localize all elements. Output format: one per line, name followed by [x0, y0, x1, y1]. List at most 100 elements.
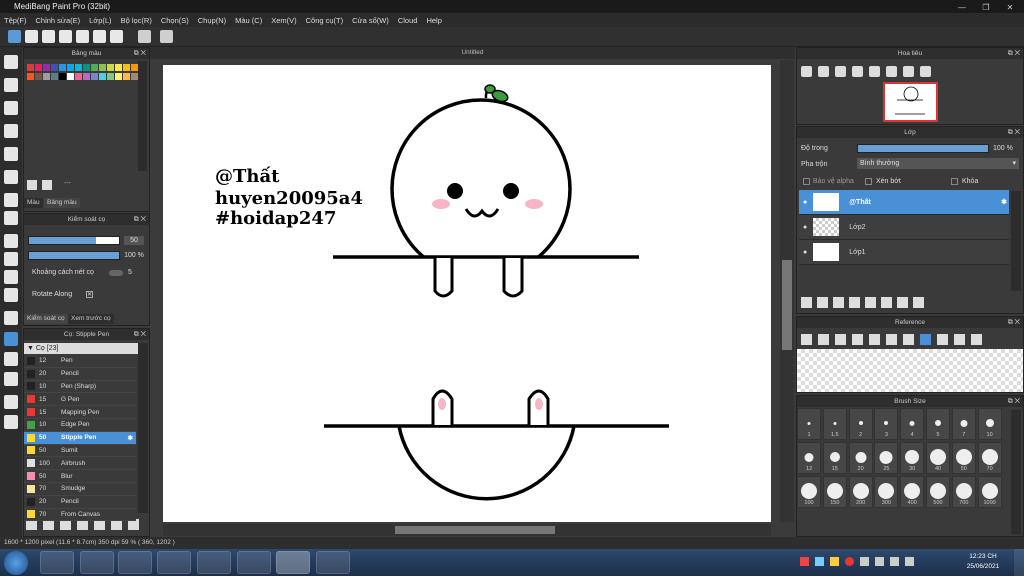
flip-icon[interactable]	[903, 66, 914, 77]
brush-row[interactable]: 50 Sumit	[24, 444, 136, 458]
hand-tool-icon[interactable]	[4, 415, 18, 429]
document-tab[interactable]: Untitled	[150, 47, 795, 59]
eyedropper-icon[interactable]	[903, 334, 914, 345]
reset-icon[interactable]	[920, 66, 931, 77]
show-desktop-button[interactable]	[1014, 549, 1024, 576]
minimize-icon[interactable]: —	[956, 1, 968, 12]
color-swatch[interactable]	[91, 73, 98, 80]
lasso-tool-icon[interactable]	[4, 252, 18, 266]
brush-group[interactable]: ▼ Cọ [23]	[24, 343, 138, 354]
select-pen-tool-icon[interactable]	[4, 288, 18, 302]
brush-size-preset[interactable]: 500	[926, 476, 950, 508]
operation-tool-icon[interactable]	[4, 352, 18, 366]
brush-size-preset[interactable]: 30	[900, 442, 925, 474]
brush-size-preset[interactable]: 10	[977, 408, 1002, 440]
paint-app-icon[interactable]	[80, 551, 114, 574]
color-swatch[interactable]	[67, 64, 74, 71]
layer-folder-icon[interactable]	[865, 297, 876, 308]
brush-size-scrollbar[interactable]	[1011, 410, 1021, 534]
close-icon[interactable]: ✕	[1004, 1, 1016, 12]
select-eraser-tool-icon[interactable]	[4, 311, 18, 325]
alpha-checkbox[interactable]	[803, 178, 810, 185]
brush-row[interactable]: 70 Smudge	[24, 483, 136, 496]
opacity-slider[interactable]	[28, 251, 120, 260]
brush-row[interactable]: 15 Mapping Pen	[24, 406, 136, 419]
color-swatch[interactable]	[99, 64, 106, 71]
color-swatch[interactable]	[115, 73, 122, 80]
brush-size-preset[interactable]: 200	[848, 476, 873, 508]
brush-list-scrollbar[interactable]	[138, 343, 148, 513]
tray-app-icon[interactable]	[800, 557, 809, 566]
horizontal-scrollbar[interactable]	[163, 524, 771, 536]
tray-app-icon[interactable]	[830, 557, 839, 566]
rotate-left-icon[interactable]	[937, 334, 948, 345]
brush-size-preset[interactable]: 4	[900, 408, 925, 440]
rectangle-tool-icon[interactable]	[4, 101, 18, 115]
menu-window[interactable]: Cửa sổ(W)	[352, 16, 389, 25]
dropper-tool-icon[interactable]	[4, 372, 18, 386]
eraser-tool-icon[interactable]	[4, 78, 18, 92]
tab-brush-control[interactable]: Kiểm soát cọ	[24, 314, 68, 324]
delete-layer-icon[interactable]	[913, 297, 924, 308]
lock-checkbox[interactable]	[951, 178, 958, 185]
explorer-icon[interactable]	[197, 551, 231, 574]
brush-size-preset[interactable]: 100	[797, 476, 821, 508]
fill-tool-icon[interactable]	[4, 193, 18, 207]
clip-checkbox[interactable]	[865, 178, 872, 185]
color-swatch[interactable]	[59, 64, 66, 71]
menu-capture[interactable]: Chụp(N)	[198, 16, 226, 25]
tab-brush-preview[interactable]: Xem trước cọ	[68, 314, 114, 324]
palette-scrollbar[interactable]	[138, 61, 147, 171]
text-tool-icon[interactable]	[4, 332, 18, 346]
new-halftone-layer-icon[interactable]	[817, 297, 828, 308]
color-swatch[interactable]	[67, 73, 74, 80]
brush-size-preset[interactable]: 1000	[977, 476, 1002, 508]
color-swatch[interactable]	[91, 64, 98, 71]
vertical-scroll-thumb[interactable]	[782, 260, 792, 350]
redo-icon[interactable]	[160, 30, 173, 43]
rotate-right-icon[interactable]	[954, 334, 965, 345]
chat-icon[interactable]	[59, 30, 72, 43]
brush-row[interactable]: 12 Pen	[24, 355, 136, 368]
zoom-out-icon[interactable]	[852, 66, 863, 77]
horizontal-scroll-thumb[interactable]	[395, 526, 555, 534]
tray-app-icon[interactable]	[815, 557, 824, 566]
brush-row[interactable]: 50 Stipple Pen ✱	[24, 431, 136, 445]
size-value[interactable]: 50	[124, 236, 144, 245]
brush-row[interactable]: 10 Pen (Sharp)	[24, 380, 136, 394]
move-tool-icon[interactable]	[4, 147, 18, 161]
volume-icon[interactable]	[890, 557, 899, 566]
navigator-thumbnail[interactable]	[883, 82, 938, 122]
menu-color[interactable]: Màu (C)	[235, 16, 262, 25]
brush-size-preset[interactable]: 7	[951, 408, 976, 440]
magic-wand-tool-icon[interactable]	[4, 270, 18, 284]
layer-opacity-slider[interactable]	[857, 144, 989, 153]
color-swatch[interactable]	[51, 64, 58, 71]
color-swatch[interactable]	[83, 73, 90, 80]
close-icon[interactable]: ⧉ ✕	[1008, 396, 1020, 407]
layer-row-selected[interactable]: ● @Thất ✱	[799, 190, 1009, 215]
menu-file[interactable]: Tệp(F)	[4, 16, 27, 25]
brush-size-preset[interactable]: 20	[848, 442, 873, 474]
grid-icon[interactable]	[93, 30, 106, 43]
brush-size-preset[interactable]: 3	[874, 408, 899, 440]
brush-size-preset[interactable]: 40	[926, 442, 950, 474]
color-swatch[interactable]	[131, 64, 138, 71]
chrome-icon[interactable]	[40, 551, 74, 574]
word-icon[interactable]	[237, 551, 271, 574]
color-swatch[interactable]	[83, 64, 90, 71]
gradient-tool-icon[interactable]	[4, 211, 18, 225]
brush-size-preset[interactable]: 25	[874, 442, 899, 474]
reset-icon[interactable]	[971, 334, 982, 345]
duplicate-layer-icon[interactable]	[881, 297, 892, 308]
color-swatch[interactable]	[35, 64, 42, 71]
brush-size-preset[interactable]: 150	[822, 476, 847, 508]
comment-icon[interactable]	[42, 30, 55, 43]
gear-icon[interactable]: ✱	[128, 434, 133, 442]
blend-select[interactable]: Bình thường ▾	[857, 158, 1019, 169]
vertical-scrollbar[interactable]	[780, 60, 794, 522]
flag-icon[interactable]	[905, 557, 914, 566]
brush-row[interactable]: 50 Blur	[24, 470, 136, 483]
zoom-in-icon[interactable]	[852, 334, 863, 345]
menu-cloud[interactable]: Cloud	[398, 16, 418, 25]
